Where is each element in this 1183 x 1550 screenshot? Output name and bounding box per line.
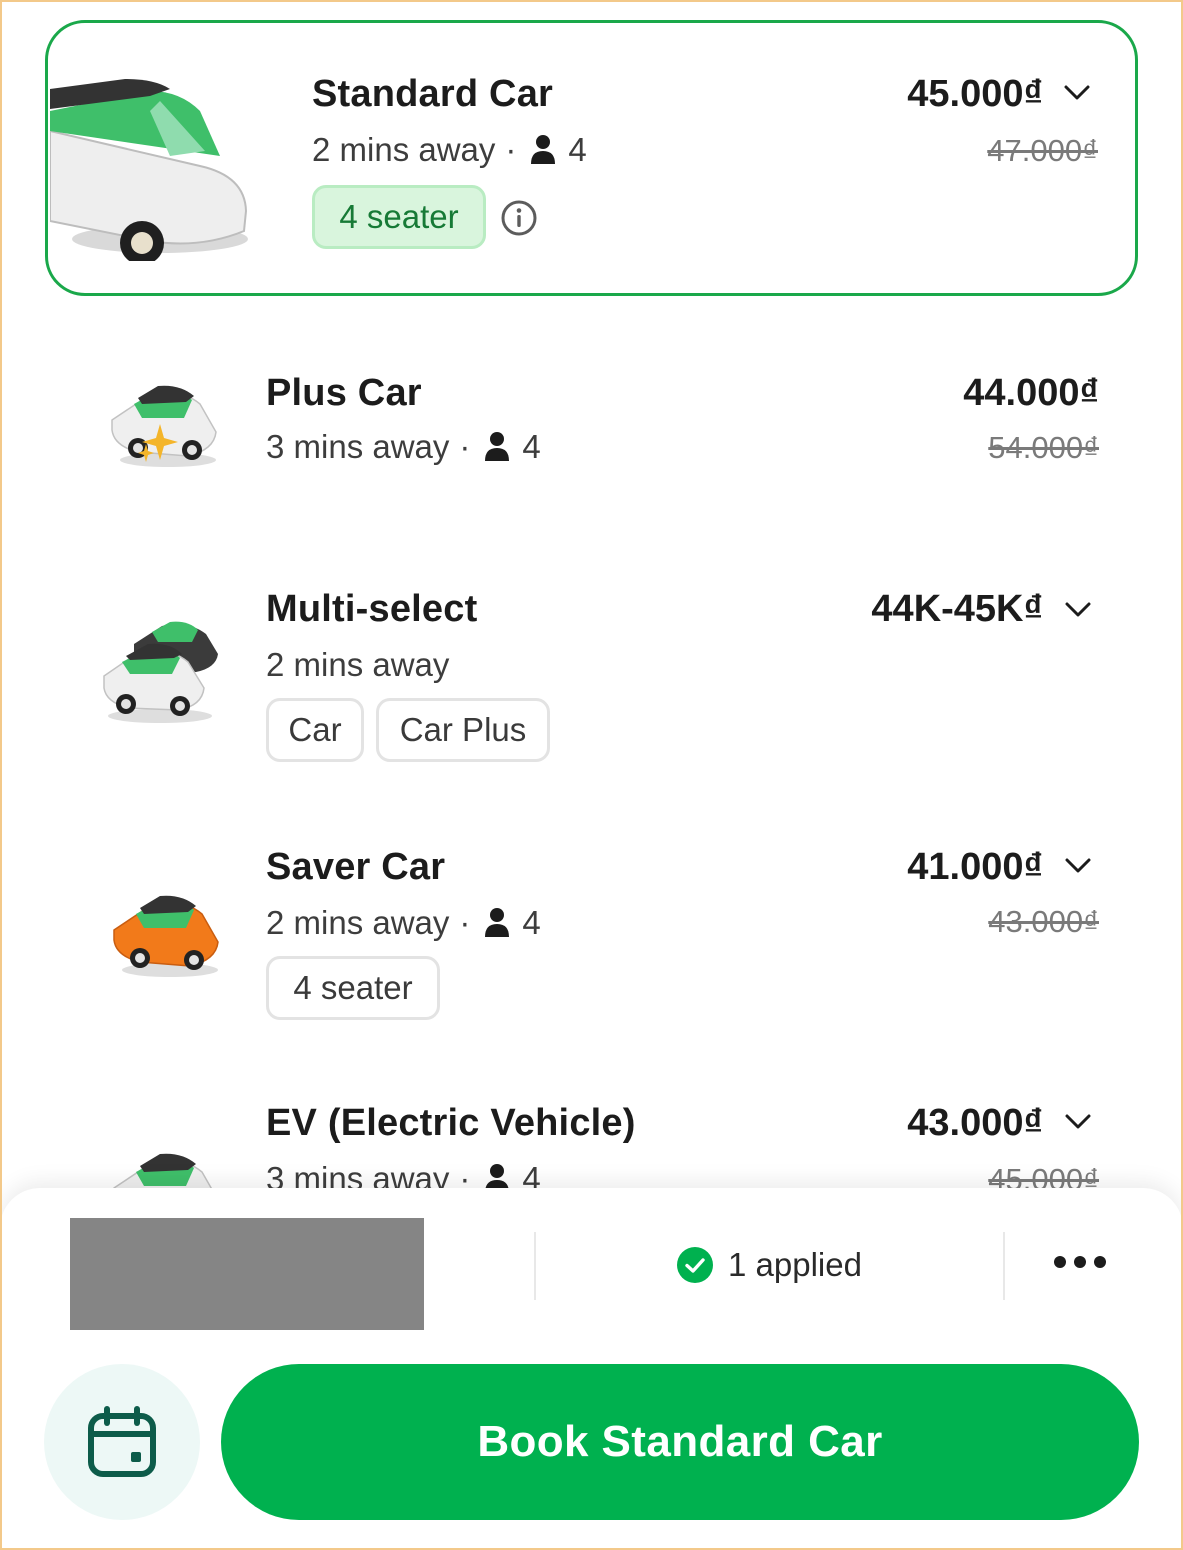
more-icon[interactable]	[1054, 1256, 1106, 1268]
seat-count: 4	[522, 428, 541, 465]
ev-car-image	[113, 1153, 214, 1190]
seat-count: 4	[522, 904, 541, 941]
schedule-ride-button[interactable]	[44, 1364, 200, 1520]
ride-eta: 3 mins away	[266, 1160, 450, 1190]
seater-tag: 4 seater	[312, 185, 486, 249]
ride-name: EV (Electric Vehicle)	[266, 1102, 636, 1144]
ride-name: Standard Car	[312, 73, 554, 115]
chevron-down-icon[interactable]	[1065, 858, 1091, 874]
seater-tag: 4 seater	[266, 956, 440, 1020]
book-button[interactable]: Book Standard Car	[221, 1364, 1139, 1520]
ride-old-price: 45.000₫	[988, 1162, 1099, 1190]
ride-old-price: 43.000₫	[988, 904, 1099, 939]
multi-select-cars-image	[103, 621, 218, 723]
ride-eta: 2 mins away	[266, 646, 450, 683]
person-icon	[485, 432, 510, 461]
seat-count: 4	[568, 131, 587, 168]
ride-eta: 3 mins away	[266, 428, 450, 465]
ride-eta: 2 mins away	[312, 131, 496, 168]
ride-old-price: 47.000₫	[987, 133, 1098, 168]
ride-eta-row: 3 mins away · 4	[266, 1160, 541, 1190]
separator-dot: ·	[505, 131, 517, 168]
ride-name: Plus Car	[266, 372, 422, 414]
ride-price: 44.000₫	[963, 372, 1099, 414]
seat-count: 4	[522, 1160, 541, 1190]
chevron-down-icon[interactable]	[1065, 1114, 1091, 1130]
booking-footer-sheet: 1 applied Book Standard Car	[0, 1188, 1183, 1550]
ride-option-multi-select[interactable]: Multi-select 2 mins away Car Car Plus 44…	[0, 570, 1183, 790]
ride-option-saver-car[interactable]: Saver Car 2 mins away · 4 4 seater 41.00…	[0, 828, 1183, 1048]
ride-eta-row: 3 mins away · 4	[266, 428, 541, 466]
ride-price: 45.000₫	[907, 73, 1043, 115]
ride-eta-row: 2 mins away · 4	[312, 131, 587, 169]
check-circle-icon	[677, 1247, 713, 1283]
ride-old-price: 54.000₫	[988, 430, 1099, 465]
car-type-tag[interactable]: Car Plus	[376, 698, 550, 762]
separator-dot: ·	[459, 904, 471, 941]
person-icon	[485, 908, 510, 937]
separator-dot: ·	[459, 1160, 471, 1190]
plus-car-image	[111, 385, 217, 467]
standard-car-image	[50, 79, 248, 261]
ride-options-list: Standard Car 2 mins away · 4 4 seater 45…	[0, 0, 1183, 1190]
ride-price: 41.000₫	[907, 846, 1043, 888]
ride-eta-row: 2 mins away	[266, 646, 449, 684]
ride-eta: 2 mins away	[266, 904, 450, 941]
person-icon	[531, 135, 556, 164]
saver-car-image	[113, 895, 219, 977]
ride-price: 43.000₫	[907, 1102, 1043, 1144]
person-icon	[485, 1164, 510, 1190]
chevron-down-icon[interactable]	[1064, 85, 1090, 101]
divider	[534, 1232, 536, 1300]
ride-option-standard-car[interactable]: Standard Car 2 mins away · 4 4 seater 45…	[45, 20, 1138, 296]
promo-applied-label: 1 applied	[728, 1246, 862, 1283]
ride-option-ev[interactable]: EV (Electric Vehicle) 3 mins away · 4 43…	[0, 1086, 1183, 1190]
payment-method-redacted[interactable]	[70, 1218, 424, 1330]
chevron-down-icon[interactable]	[1065, 602, 1091, 618]
divider	[1003, 1232, 1005, 1300]
info-icon[interactable]	[500, 199, 538, 237]
ride-name: Multi-select	[266, 588, 478, 630]
promo-applied-button[interactable]: 1 applied	[676, 1246, 862, 1284]
car-type-tag[interactable]: Car	[266, 698, 364, 762]
ride-eta-row: 2 mins away · 4	[266, 904, 541, 942]
separator-dot: ·	[459, 428, 471, 465]
calendar-icon	[88, 1406, 156, 1477]
ride-name: Saver Car	[266, 846, 446, 888]
ride-option-plus-car[interactable]: Plus Car 3 mins away · 4 44.000₫ 54.000₫	[0, 350, 1183, 530]
ride-price: 44K-45K₫	[871, 588, 1043, 630]
